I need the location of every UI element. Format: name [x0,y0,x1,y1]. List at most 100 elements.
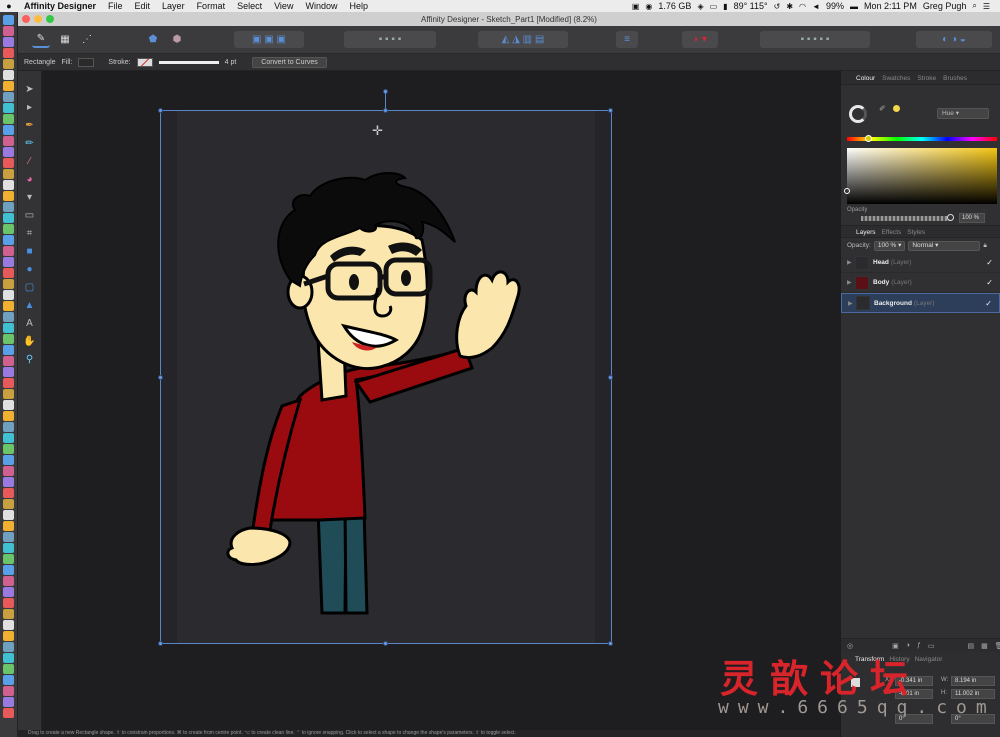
dock-app-icon[interactable] [3,213,14,223]
saturation-brightness-knob[interactable] [844,188,850,194]
dock-app-icon[interactable] [3,136,14,146]
sync-icon[interactable]: ◈ [697,2,703,11]
menu-select[interactable]: Select [231,1,268,11]
layer-row-body[interactable]: ▶ Body (Layer) ✓ [841,273,1000,293]
dock-app-icon[interactable] [3,290,14,300]
dock-app-icon[interactable] [3,37,14,47]
artboard[interactable] [160,110,612,644]
dock-app-icon[interactable] [3,642,14,652]
tab-brushes[interactable]: Brushes [943,75,967,84]
layer-row-head[interactable]: ▶ Head (Layer) ✓ [841,253,1000,273]
node-tool-icon[interactable]: ▸ [23,101,37,113]
dock-app-icon[interactable] [3,48,14,58]
dock-app-icon[interactable] [3,697,14,707]
handle-top-left[interactable] [158,108,163,113]
menu-view[interactable]: View [268,1,299,11]
opacity-slider[interactable] [861,216,951,221]
export-persona-icon[interactable]: ⋰ [78,31,96,48]
menu-window[interactable]: Window [299,1,343,11]
dock-app-icon[interactable] [3,433,14,443]
blend-mode-select[interactable]: Normal ▾ [908,240,981,251]
tab-layers[interactable]: Layers [856,229,876,237]
dock-app-icon[interactable] [3,587,14,597]
dock-app-icon[interactable] [3,70,14,80]
close-window-button[interactable] [22,15,30,23]
handle-bottom-left[interactable] [158,641,163,646]
menu-layer[interactable]: Layer [156,1,191,11]
dock-app-icon[interactable] [3,345,14,355]
dock-app-icon[interactable] [3,631,14,641]
preferences-icon[interactable]: ⬢ [168,31,186,48]
dock-app-icon[interactable] [3,389,14,399]
dock-app-icon[interactable] [3,26,14,36]
delete-layer-icon[interactable]: 🗑︎ [995,642,1000,650]
dock-app-icon[interactable] [3,202,14,212]
group-icon[interactable]: ▭ [928,642,935,650]
dock-app-icon[interactable] [3,312,14,322]
boolean-ops-icon[interactable]: ◗ ▾ [682,31,718,48]
assistant-icon[interactable]: ⬟ [144,31,162,48]
menu-edit[interactable]: Edit [129,1,157,11]
dock-app-icon[interactable] [3,708,14,718]
dock-app-icon[interactable] [3,246,14,256]
align-icon[interactable]: ≡ [616,31,638,48]
fill-tool-icon[interactable]: ◕ [23,173,37,185]
dock-app-icon[interactable] [3,444,14,454]
menu-format[interactable]: Format [191,1,232,11]
pencil-tool-icon[interactable]: ✏ [23,137,37,149]
volume-icon[interactable]: ◄ [812,2,820,11]
handle-bottom-right[interactable] [608,641,613,646]
crop-tool-icon[interactable]: ⌗ [23,227,37,239]
current-colour-swatch[interactable] [893,105,900,112]
dock-app-icon[interactable] [3,400,14,410]
dock-app-icon[interactable] [3,323,14,333]
visibility-check-icon[interactable]: ✓ [986,258,993,267]
dock-app-icon[interactable] [3,15,14,25]
dock-app-icon[interactable] [3,92,14,102]
dock-app-icon[interactable] [3,147,14,157]
dock-app-icon[interactable] [3,125,14,135]
menu-help[interactable]: Help [343,1,374,11]
transparency-tool-icon[interactable]: ▾ [23,191,37,203]
arrange-group[interactable]: ▪ ▪ ▪ ▪ [344,31,436,48]
dock-app-icon[interactable] [3,455,14,465]
move-tool-icon[interactable]: ➤ [23,83,37,95]
app-menu[interactable]: Affinity Designer [18,1,102,11]
time-machine-icon[interactable]: ↺ [774,2,781,11]
handle-middle-right[interactable] [608,375,613,380]
text-tool-icon[interactable]: A [23,317,37,329]
camera-icon[interactable]: ▣ [632,2,640,11]
dock-app-icon[interactable] [3,609,14,619]
dock-app-icon[interactable] [3,257,14,267]
spotlight-icon[interactable]: ⌕ [972,1,976,11]
hue-slider-knob[interactable] [865,135,872,142]
stroke-width-slider[interactable] [158,60,219,64]
dock-app-icon[interactable] [3,411,14,421]
rounded-rect-tool-icon[interactable]: ▢ [23,281,37,293]
convert-to-curves-button[interactable]: Convert to Curves [252,56,327,68]
snapping-group[interactable]: ▣ ▣ ▣ [234,31,304,48]
dock-app-icon[interactable] [3,664,14,674]
pen-tool-icon[interactable]: ✒ [23,119,37,131]
dock-app-icon[interactable] [3,598,14,608]
dock-app-icon[interactable] [3,279,14,289]
lock-icon[interactable]: 🔒︎ [983,242,986,250]
fill-swatch[interactable] [78,57,95,67]
minimize-window-button[interactable] [34,15,42,23]
dock-app-icon[interactable] [3,356,14,366]
dock-app-icon[interactable] [3,235,14,245]
triangle-tool-icon[interactable]: ▲ [23,299,37,311]
dock-app-icon[interactable] [3,620,14,630]
wifi-icon[interactable]: ◠ [799,2,806,11]
dock-app-icon[interactable] [3,532,14,542]
dock-app-icon[interactable] [3,224,14,234]
dock-app-icon[interactable] [3,268,14,278]
dock-app-icon[interactable] [3,103,14,113]
geometry-group[interactable]: ▪ ▪ ▪ ▪ ▪ [760,31,870,48]
visibility-check-icon[interactable]: ✓ [985,299,992,308]
tab-colour[interactable]: Colour [856,75,875,84]
dock-app-icon[interactable] [3,543,14,553]
stroke-swatch[interactable] [136,57,153,67]
dock-app-icon[interactable] [3,521,14,531]
dock-app-icon[interactable] [3,301,14,311]
